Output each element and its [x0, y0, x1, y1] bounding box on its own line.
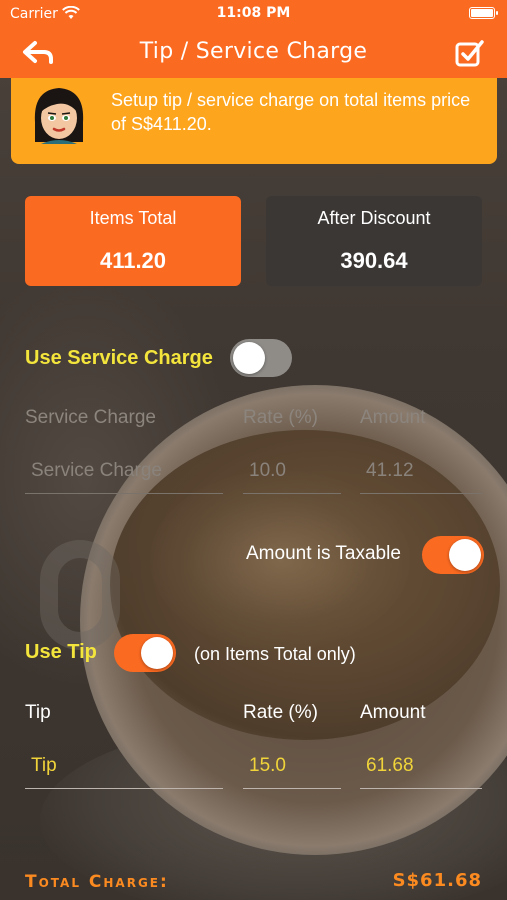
items-total-value: 411.20 [99, 248, 167, 273]
items-total-card: Items Total 411.20 [25, 196, 241, 286]
info-banner: Setup tip / service charge on total item… [11, 78, 497, 164]
battery-icon [469, 7, 498, 19]
items-total-label: Items Total [89, 208, 177, 228]
tip-toggle[interactable] [114, 634, 176, 672]
service-charge-amount-header: Amount [360, 407, 426, 428]
use-tip-label: Use Tip [25, 641, 97, 663]
use-service-charge-label: Use Service Charge [25, 347, 213, 369]
tip-name-header: Tip [25, 702, 51, 723]
banner-message: Setup tip / service charge on total item… [111, 90, 471, 134]
service-charge-rate-header: Rate (%) [243, 407, 318, 428]
total-charge-value: S$61.68 [392, 870, 482, 891]
avatar-icon [34, 88, 84, 144]
status-bar: Carrier 11:08 PM [0, 0, 507, 28]
tip-note: (on Items Total only) [194, 644, 356, 664]
service-charge-amount-field[interactable]: 41.12 [360, 450, 482, 494]
tip-amount-header: Amount [360, 702, 426, 723]
tip-rate-input[interactable]: 15.0 [243, 745, 341, 789]
checkbox-done-icon[interactable] [455, 39, 485, 67]
nav-bar: Tip / Service Charge [0, 28, 507, 78]
amount-taxable-label: Amount is Taxable [246, 543, 401, 564]
tip-amount-field[interactable]: 61.68 [360, 745, 482, 789]
service-charge-toggle[interactable] [230, 339, 292, 377]
page-title: Tip / Service Charge [139, 39, 368, 64]
top-bar: Carrier 11:08 PM Tip / Service Charge [0, 0, 507, 78]
tip-name-input[interactable]: Tip [25, 745, 223, 789]
after-discount-card: After Discount 390.64 [266, 196, 482, 286]
service-charge-name-input[interactable]: Service Charge [25, 450, 223, 494]
total-charge-label: Total Charge: [25, 872, 169, 892]
cup-handle-shape [40, 540, 120, 650]
amount-taxable-toggle[interactable] [422, 536, 484, 574]
service-charge-name-header: Service Charge [25, 407, 156, 428]
after-discount-value: 390.64 [340, 248, 408, 273]
after-discount-label: After Discount [317, 208, 431, 228]
status-time: 11:08 PM [216, 5, 291, 21]
service-charge-rate-input[interactable]: 10.0 [243, 450, 341, 494]
tip-rate-header: Rate (%) [243, 702, 318, 723]
